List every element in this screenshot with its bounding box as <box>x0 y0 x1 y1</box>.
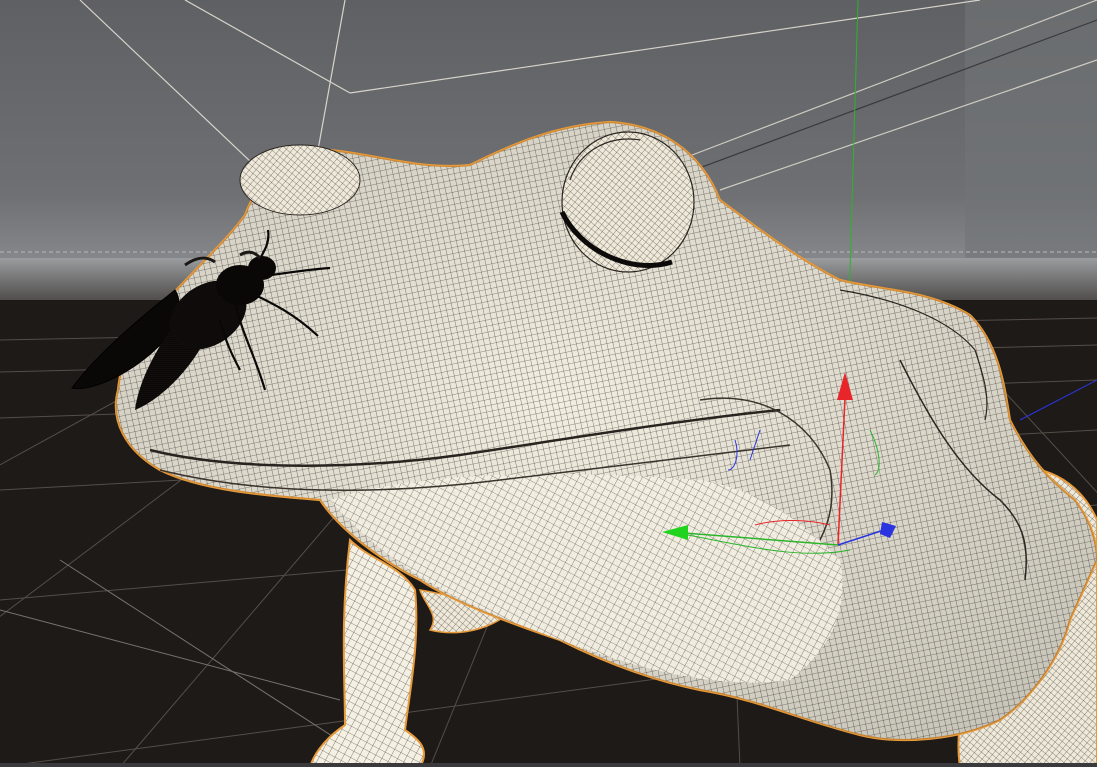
frog-nostril-bump <box>239 144 361 216</box>
viewport-bottom-edge <box>0 763 1097 767</box>
backdrop-panel <box>965 0 1097 260</box>
3d-viewport[interactable] <box>0 0 1097 767</box>
viewport-canvas[interactable] <box>0 0 1097 767</box>
frog-eye[interactable] <box>559 131 695 273</box>
